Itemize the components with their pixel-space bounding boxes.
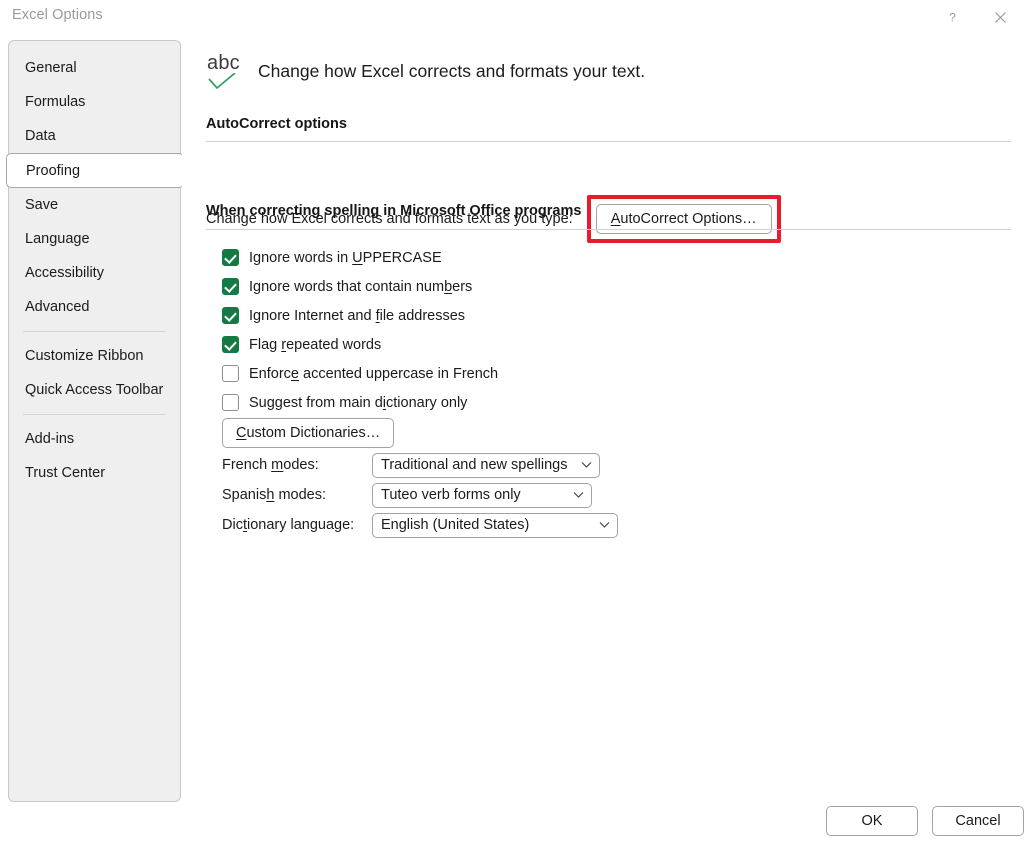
sidebar-item-label: Formulas	[25, 94, 86, 110]
chevron-down-icon	[573, 492, 584, 498]
dictionary-language-select[interactable]: English (United States)	[372, 512, 618, 538]
sidebar-item-accessibility[interactable]: Accessibility	[9, 256, 180, 290]
spanish-modes-select[interactable]: Tuteo verb forms only	[372, 482, 592, 508]
help-button[interactable]: ?	[935, 2, 969, 32]
spanish-modes-value: Tuteo verb forms only	[381, 487, 521, 503]
sidebar-item-label: Language	[25, 231, 90, 247]
section-divider	[206, 229, 1011, 230]
sidebar-item-label: Customize Ribbon	[25, 348, 144, 364]
close-icon	[994, 11, 1006, 23]
svg-text:?: ?	[949, 10, 956, 24]
sidebar-item-label: Accessibility	[25, 265, 104, 281]
checkbox-row-enforce-accented-uppercase[interactable]: Enforce accented uppercase in French	[222, 359, 498, 388]
pane-header: abc Change how Excel corrects and format…	[206, 52, 645, 96]
spelling-options-list: Ignore words in UPPERCASE Ignore words t…	[222, 243, 498, 417]
sidebar-item-language[interactable]: Language	[9, 222, 180, 256]
checkbox-ignore-uppercase[interactable]	[222, 249, 239, 266]
checkbox-row-ignore-internet-addresses[interactable]: Ignore Internet and file addresses	[222, 301, 498, 330]
dictionary-language-label: Dictionary language:	[222, 517, 355, 533]
autocorrect-options-highlight: AutoCorrect Options…	[586, 195, 781, 243]
checkbox-ignore-internet-and-file-addresses[interactable]	[222, 307, 239, 324]
green-check-icon	[208, 73, 236, 90]
checkbox-row-suggest-main-dictionary[interactable]: Suggest from main dictionary only	[222, 388, 498, 417]
page-title: Change how Excel corrects and formats yo…	[258, 61, 646, 81]
form-row-dictionary-language: Dictionary language: English (United Sta…	[222, 510, 618, 540]
checkbox-label: Ignore words that contain numbers	[249, 278, 473, 295]
french-modes-label: French modes:	[222, 457, 319, 473]
french-modes-value: Traditional and new spellings	[381, 457, 568, 473]
chevron-down-icon	[581, 462, 592, 468]
sidebar-item-label: Quick Access Toolbar	[25, 382, 164, 398]
form-row-french-modes: French modes: Traditional and new spelli…	[222, 450, 618, 480]
checkbox-ignore-words-with-numbers[interactable]	[222, 278, 239, 295]
sidebar-item-advanced[interactable]: Advanced	[9, 290, 180, 324]
checkbox-row-ignore-numbers[interactable]: Ignore words that contain numbers	[222, 272, 498, 301]
checkbox-flag-repeated-words[interactable]	[222, 336, 239, 353]
sidebar-item-label: Trust Center	[25, 465, 106, 481]
options-sidebar: General Formulas Data Proofing Save Lang…	[6, 40, 184, 802]
sidebar-item-formulas[interactable]: Formulas	[9, 85, 180, 119]
abc-icon-text: abc	[207, 52, 240, 74]
question-mark-icon: ?	[949, 10, 956, 24]
section-divider	[206, 141, 1011, 142]
sidebar-item-label: Proofing	[26, 162, 81, 179]
sidebar-item-label: Data	[25, 128, 56, 144]
cancel-button[interactable]: Cancel	[932, 806, 1024, 836]
checkbox-row-ignore-uppercase[interactable]: Ignore words in UPPERCASE	[222, 243, 498, 272]
sidebar-item-proofing[interactable]: Proofing	[6, 153, 184, 188]
sidebar-item-label: General	[25, 60, 77, 76]
checkbox-enforce-accented-uppercase-in-french[interactable]	[222, 365, 239, 382]
section-heading-autocorrect: AutoCorrect options	[206, 116, 347, 132]
sidebar-item-label: Add-ins	[25, 431, 75, 447]
sidebar-item-label: Save	[25, 197, 59, 213]
sidebar-item-general[interactable]: General	[9, 51, 180, 85]
sidebar-divider	[23, 331, 166, 332]
abc-spellcheck-icon: abc	[206, 52, 248, 96]
checkbox-row-flag-repeated-words[interactable]: Flag repeated words	[222, 330, 498, 359]
sidebar-item-customize-ribbon[interactable]: Customize Ribbon	[9, 339, 180, 373]
ok-button[interactable]: OK	[826, 806, 918, 836]
checkbox-label: Suggest from main dictionary only	[249, 394, 468, 411]
sidebar-item-quick-access-toolbar[interactable]: Quick Access Toolbar	[9, 373, 180, 407]
close-button[interactable]	[983, 2, 1017, 32]
sidebar-item-data[interactable]: Data	[9, 119, 180, 153]
form-row-spanish-modes: Spanish modes: Tuteo verb forms only	[222, 480, 618, 510]
sidebar-item-trust-center[interactable]: Trust Center	[9, 456, 180, 490]
french-modes-select[interactable]: Traditional and new spellings	[372, 452, 600, 478]
checkbox-suggest-from-main-dictionary-only[interactable]	[222, 394, 239, 411]
checkbox-label: Ignore Internet and file addresses	[249, 307, 466, 324]
sidebar-item-save[interactable]: Save	[9, 188, 180, 222]
checkbox-label: Flag repeated words	[249, 336, 382, 353]
language-settings-form: French modes: Traditional and new spelli…	[222, 450, 618, 540]
window-title: Excel Options	[12, 7, 103, 23]
chevron-down-icon	[599, 522, 610, 528]
dictionary-language-value: English (United States)	[381, 517, 530, 533]
checkbox-label: Enforce accented uppercase in French	[249, 365, 499, 382]
title-bar: Excel Options ?	[0, 0, 1029, 34]
sidebar-item-label: Advanced	[25, 299, 90, 315]
checkbox-label: Ignore words in UPPERCASE	[249, 249, 442, 266]
spanish-modes-label: Spanish modes:	[222, 487, 327, 503]
sidebar-item-add-ins[interactable]: Add-ins	[9, 422, 180, 456]
custom-dictionaries-button[interactable]: Custom Dictionaries…	[222, 418, 395, 448]
sidebar-divider	[23, 414, 166, 415]
section-heading-spelling: When correcting spelling in Microsoft Of…	[206, 203, 582, 219]
